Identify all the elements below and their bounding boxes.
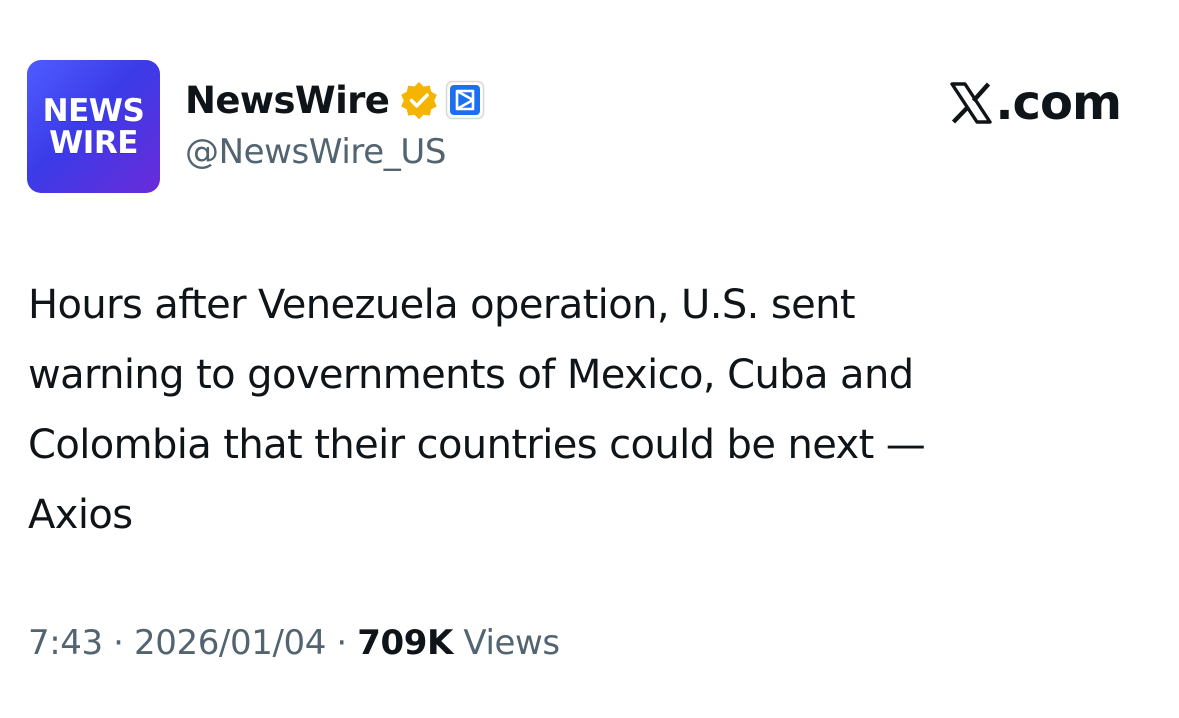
meta-separator: · [325, 623, 358, 663]
x-brand-logo[interactable]: .com [949, 75, 1122, 131]
author-name-row: NewsWire [185, 74, 485, 126]
avatar[interactable]: NEWS WIRE [27, 60, 160, 193]
avatar-text-line1: NEWS [42, 92, 145, 129]
tweet-text: Hours after Venezuela operation, U.S. se… [28, 282, 926, 538]
affiliate-badge-icon[interactable] [445, 80, 485, 120]
verified-badge-icon [401, 82, 438, 120]
tweet-time[interactable]: 7:43 [28, 623, 103, 663]
author-display-name[interactable]: NewsWire [185, 79, 390, 122]
x-logo-icon [950, 82, 993, 124]
tweet-metadata: 7:43 · 2026/01/04 · 709K Views [28, 623, 560, 663]
tweet-date[interactable]: 2026/01/04 [134, 623, 326, 663]
avatar-text-line2: WIRE [49, 124, 138, 161]
views-label: Views [452, 623, 560, 663]
meta-separator: · [102, 623, 134, 663]
views-count: 709K [357, 623, 453, 663]
author-handle[interactable]: @NewsWire_US [185, 132, 446, 172]
brand-domain-text: .com [995, 75, 1122, 131]
